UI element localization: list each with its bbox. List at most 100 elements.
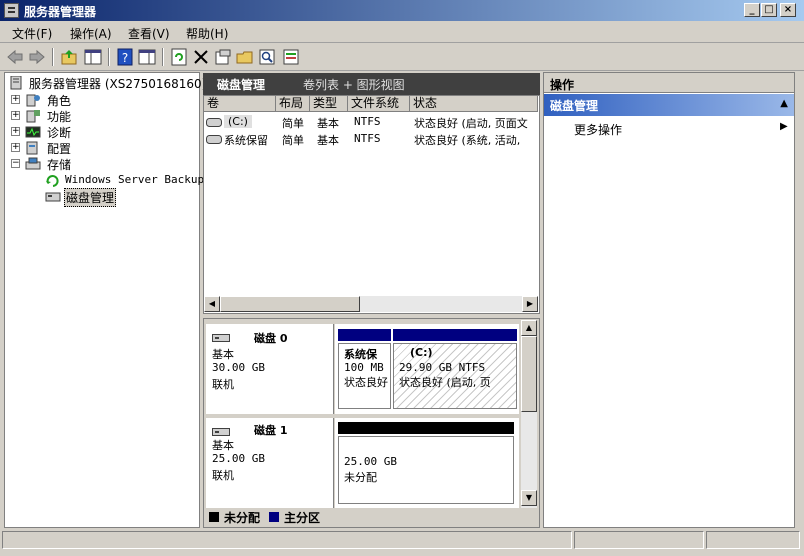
action-more-actions[interactable]: 更多操作 ▶ [544,118,794,138]
actions-header-label: 操作 [550,78,575,92]
minimize-button[interactable]: _ [744,3,760,17]
table-row[interactable]: (C:) 简单 基本 NTFS 状态良好 (启动, 页面文 [204,114,538,130]
tree-item-label: Windows Server Backup [65,173,205,186]
refresh-icon[interactable] [170,48,188,66]
menu-view[interactable]: 查看(V) [128,25,170,42]
scroll-up-button[interactable]: ▲ [521,320,537,336]
scroll-left-button[interactable]: ◀ [204,296,220,312]
up-folder-icon[interactable] [60,48,78,66]
partition-unallocated[interactable]: 25.00 GB 未分配 [338,436,514,504]
disk-1-label[interactable]: 磁盘 1 基本 25.00 GB 联机 [206,418,334,508]
expand-configuration-button[interactable]: + [11,143,20,152]
legend-label: 未分配 [224,511,261,525]
disk-view-v-scrollbar[interactable]: ▲ ▼ [521,320,537,508]
tree-item-label: 磁盘管理 [64,188,117,207]
collapse-section-icon[interactable]: ▲ [780,98,788,109]
partition-c[interactable]: (C:) 29.90 GB NTFS 状态良好 (启动, 页 [393,343,517,409]
tree-root-label: 服务器管理器 (XS2750168160) [29,77,207,91]
tree-item-label: 角色 [47,94,72,108]
disk-state: 联机 [212,378,234,391]
column-header-status[interactable]: 状态 [410,96,538,112]
tree-item-configuration[interactable]: + 配置 [11,140,191,156]
tree-item-roles[interactable]: + 角色 [11,92,191,108]
server-manager-icon [4,3,19,18]
expand-diagnostics-button[interactable]: + [11,127,20,136]
filesystem-cell: NTFS [354,132,381,145]
disk-name: 磁盘 1 [254,424,288,437]
back-icon[interactable] [6,48,24,66]
tree-item-label: 功能 [47,110,72,124]
disk-1-partitions: 25.00 GB 未分配 [335,418,519,508]
toolbar-separator [162,48,164,66]
partition-bar-primary [393,329,517,341]
show-hide-action-icon[interactable] [138,48,156,66]
collapse-storage-button[interactable]: − [11,159,20,168]
tree-item-diagnostics[interactable]: + 诊断 [11,124,191,140]
partition-status: 状态良好 (启动, 页 [399,376,491,389]
scroll-down-button[interactable]: ▼ [521,490,537,506]
column-header-layout[interactable]: 布局 [276,96,310,112]
partition-name: (C:) [410,346,433,359]
actions-section-disk-management[interactable]: 磁盘管理 ▲ [544,94,794,116]
roles-icon [26,94,40,107]
volume-icon [206,118,222,127]
tree-item-label: 配置 [47,142,72,156]
expand-roles-button[interactable]: + [11,95,20,104]
open-icon[interactable] [236,48,254,66]
search-icon[interactable] [258,48,276,66]
window-title: 服务器管理器 [24,5,97,19]
title-bar[interactable]: 服务器管理器 _ □ × [0,0,804,21]
maximize-button[interactable]: □ [761,3,777,17]
table-row[interactable]: 系统保留 简单 基本 NTFS 状态良好 (系统, 活动, [204,131,538,147]
column-header-type[interactable]: 类型 [310,96,348,112]
close-button[interactable]: × [780,3,796,17]
backup-icon [46,175,59,187]
menu-action[interactable]: 操作(A) [70,25,112,42]
actions-pane [543,72,795,528]
tree-item-features[interactable]: + 功能 [11,108,191,124]
partition-name: 系统保 [344,348,377,361]
configuration-icon [26,141,38,155]
partition-system-reserved[interactable]: 系统保 100 MB 状态良好 [338,343,391,409]
export-icon[interactable] [282,48,300,66]
center-title: 磁盘管理 [217,78,266,92]
legend: 未分配 主分区 [206,509,526,525]
status-cell-secondary [574,531,704,549]
menu-help[interactable]: 帮助(H) [186,25,228,42]
status-cell-main [2,531,572,549]
partition-size: 29.90 GB NTFS [399,361,486,374]
volume-cell: (C:) [224,115,252,128]
legend-swatch-primary [269,512,279,522]
storage-icon [25,157,41,170]
tree-item-windows-server-backup[interactable]: Windows Server Backup [45,172,204,188]
scroll-thumb[interactable] [220,296,360,312]
scroll-thumb[interactable] [521,336,537,412]
expand-features-button[interactable]: + [11,111,20,120]
column-header-volume[interactable]: 卷 [204,96,276,112]
scroll-right-button[interactable]: ▶ [522,296,538,312]
partition-status: 未分配 [344,471,377,484]
delete-icon[interactable] [192,48,210,66]
show-hide-tree-icon[interactable] [84,48,102,66]
disk-management-icon [45,192,61,202]
tree-item-disk-management[interactable]: 磁盘管理 [45,188,195,207]
help-icon[interactable]: ? [116,48,134,66]
server-icon [10,76,22,90]
tree-item-label: 存储 [47,158,72,172]
menu-file[interactable]: 文件(F) [12,25,52,42]
properties-icon[interactable] [214,48,232,66]
disk-0-label[interactable]: 磁盘 0 基本 30.00 GB 联机 [206,324,334,414]
status-bar [0,530,804,550]
submenu-arrow-icon: ▶ [780,121,788,132]
forward-icon[interactable] [28,48,46,66]
tree-item-storage[interactable]: − 存储 [11,156,191,172]
volume-list-h-scrollbar[interactable]: ◀ ▶ [204,296,538,312]
navigation-tree: 服务器管理器 (XS2750168160) + 角色 + 功能 + 诊断 + 配… [4,72,206,528]
disk-kind: 基本 [212,439,234,452]
view-mode-label: 卷列表 + 图形视图 [303,78,405,92]
partition-bar-unallocated [338,422,514,434]
action-label: 更多操作 [574,123,623,137]
column-header-filesystem[interactable]: 文件系统 [348,96,410,112]
toolbar-separator [52,48,54,66]
actions-section-label: 磁盘管理 [550,99,599,113]
